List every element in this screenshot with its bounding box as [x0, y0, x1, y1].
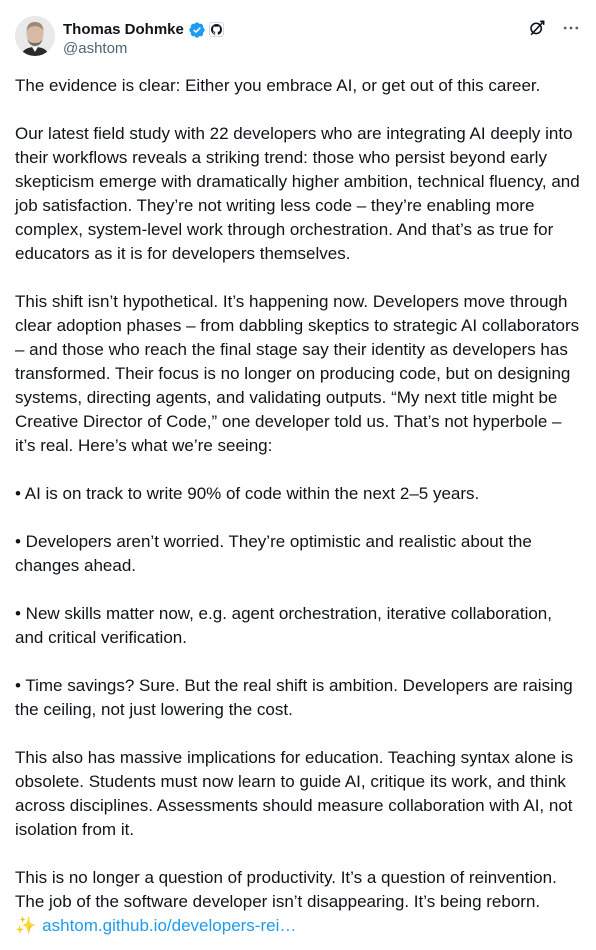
author-info: Thomas Dohmke @ashtom [63, 20, 224, 57]
tweet-bullet-4: • Time savings? Sure. But the real shift… [15, 676, 573, 719]
github-icon[interactable] [208, 22, 224, 37]
github-logo-icon [210, 24, 222, 35]
avatar[interactable] [15, 16, 55, 56]
more-icon[interactable] [561, 18, 581, 38]
grok-icon[interactable] [527, 18, 547, 38]
author-display-name[interactable]: Thomas Dohmke [63, 21, 184, 38]
article-link[interactable]: ashtom.github.io/developers-rei… [42, 916, 296, 935]
verified-badge-icon[interactable] [188, 21, 206, 39]
tweet-actions [527, 18, 581, 38]
tweet-bullet-1: • AI is on track to write 90% of code wi… [15, 484, 480, 503]
tweet-paragraph-1: The evidence is clear: Either you embrac… [15, 76, 541, 95]
tweet-text: The evidence is clear: Either you embrac… [15, 74, 581, 938]
tweet-paragraph-3: This shift isn’t hypothetical. It’s happ… [15, 292, 580, 455]
tweet-bullet-2: • Developers aren’t worried. They’re opt… [15, 532, 532, 575]
tweet-paragraph-4: This also has massive implications for e… [15, 748, 574, 839]
tweet-paragraph-2: Our latest field study with 22 developer… [15, 124, 580, 263]
avatar-image [15, 16, 55, 56]
tweet-header: Thomas Dohmke @ashtom [15, 12, 581, 60]
tweet-paragraph-5: This is no longer a question of producti… [15, 866, 581, 938]
tweet-bullet-3: • New skills matter now, e.g. agent orch… [15, 604, 552, 647]
tweet-paragraph-5-text: This is no longer a question of producti… [15, 868, 557, 911]
author-handle[interactable]: @ashtom [63, 40, 224, 57]
name-row: Thomas Dohmke [63, 20, 224, 39]
sparkles-icon: ✨ [15, 916, 37, 935]
